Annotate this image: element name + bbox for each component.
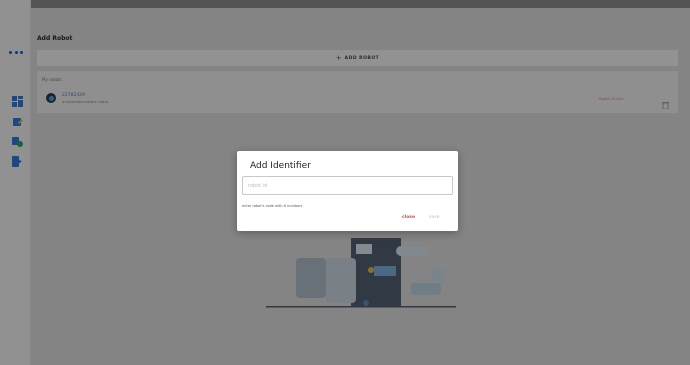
- close-button[interactable]: close: [402, 215, 415, 220]
- helper-text: enter robot's code with 8 numbers: [242, 204, 303, 208]
- dialog-title: Add Identifier: [250, 161, 311, 171]
- robot-id-input[interactable]: [242, 176, 453, 195]
- add-identifier-dialog: Add Identifier enter robot's code with 8…: [237, 151, 458, 231]
- save-button[interactable]: save: [429, 215, 440, 220]
